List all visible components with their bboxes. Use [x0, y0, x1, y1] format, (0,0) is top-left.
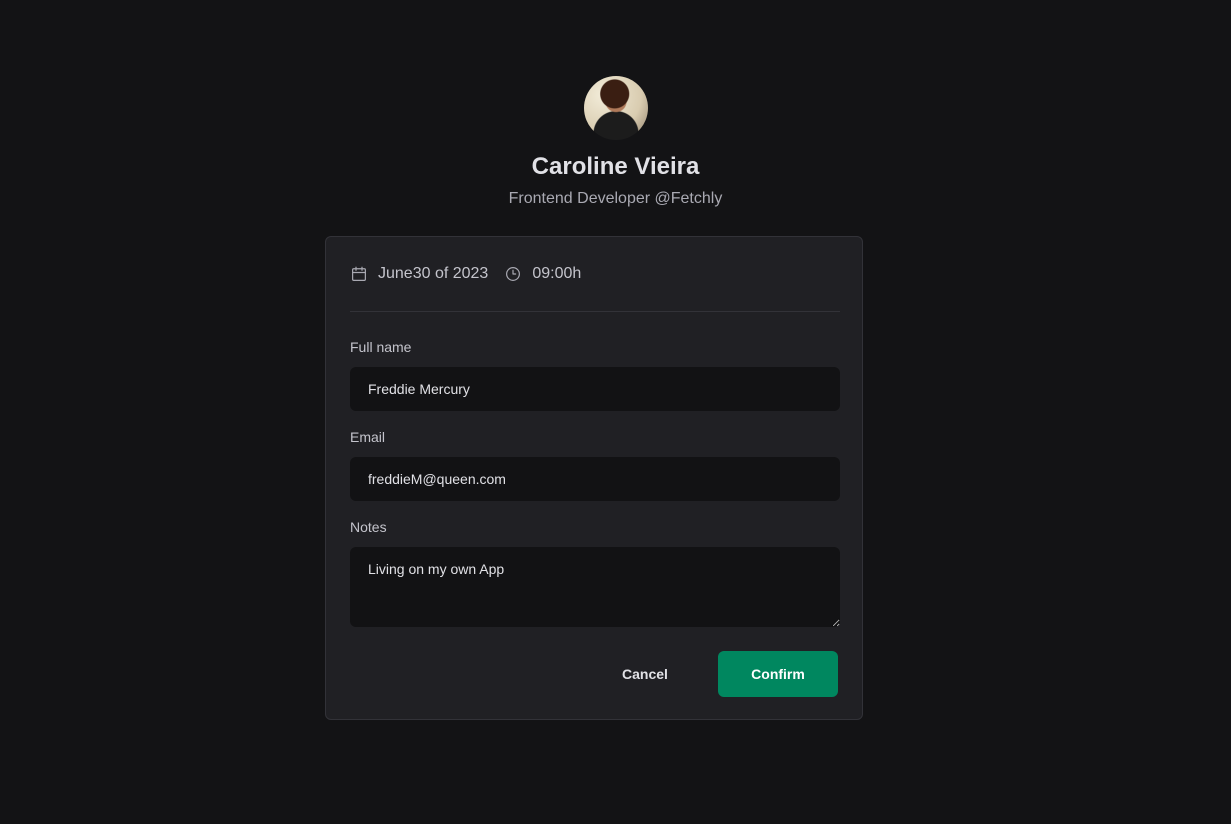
- notes-label: Notes: [350, 519, 387, 535]
- schedule-time: 09:00h: [504, 265, 581, 283]
- clock-icon: [506, 267, 521, 281]
- full-name-field: Full name: [350, 338, 840, 411]
- calendar-icon: [352, 266, 366, 281]
- page: Caroline Vieira Frontend Developer @Fetc…: [0, 0, 1231, 824]
- email-field: Email: [350, 428, 840, 501]
- email-input[interactable]: [350, 457, 840, 501]
- notes-textarea[interactable]: Living on my own App: [350, 547, 840, 627]
- profile-header: Caroline Vieira Frontend Developer @Fetc…: [0, 76, 1231, 210]
- schedule-date-text: June30 of 2023: [378, 265, 489, 282]
- schedule-time-text: 09:00h: [532, 265, 582, 282]
- cancel-button[interactable]: Cancel: [596, 651, 694, 697]
- confirm-button[interactable]: Confirm: [718, 651, 838, 697]
- booking-card: June30 of 2023 09:00h Full name Email No…: [325, 236, 863, 720]
- notes-field: Notes Living on my own App: [350, 518, 840, 627]
- form-actions: Cancel Confirm: [596, 651, 838, 697]
- schedule-info: June30 of 2023 09:00h: [350, 263, 597, 285]
- avatar: [583, 76, 648, 140]
- schedule-date: June30 of 2023: [350, 265, 488, 283]
- email-label: Email: [350, 429, 386, 445]
- full-name-label: Full name: [350, 339, 412, 355]
- profile-name: Caroline Vieira: [531, 153, 700, 180]
- divider: [350, 311, 840, 312]
- profile-role: Frontend Developer @Fetchly: [508, 190, 723, 207]
- full-name-input[interactable]: [350, 367, 840, 411]
